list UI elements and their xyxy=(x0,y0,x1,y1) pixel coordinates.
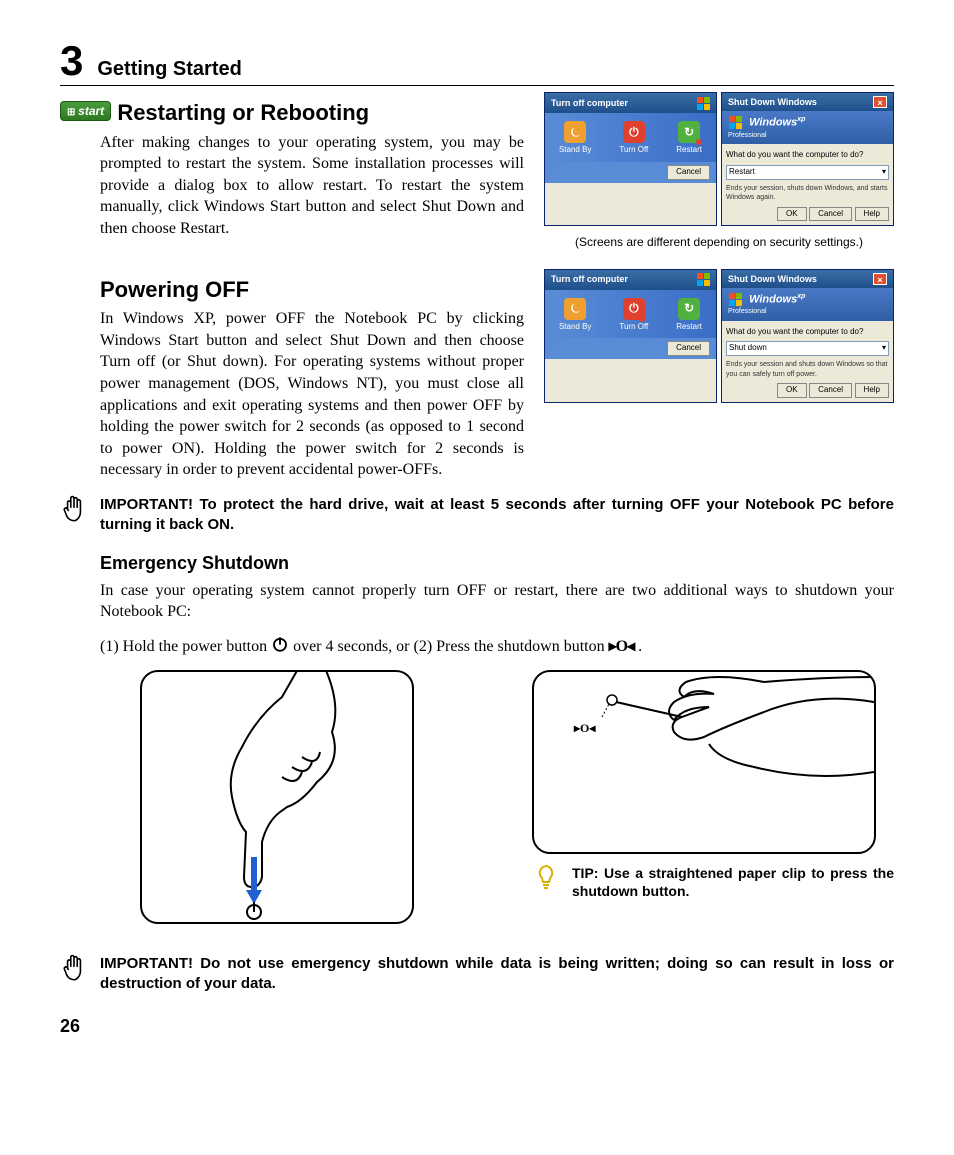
screenshots-restart: Turn off computer ⏾Stand By ⏻Turn Off ↻R… xyxy=(544,92,894,251)
power-icon xyxy=(271,635,289,660)
restart-icon: ↻ xyxy=(678,298,700,320)
chapter-title: Getting Started xyxy=(97,56,241,83)
xp-shutdown-dialog: Shut Down Windows × Windowsxp Profession… xyxy=(721,92,894,226)
dialog-title: Turn off computer xyxy=(551,97,628,109)
windows-flag-icon xyxy=(696,273,710,287)
windows-flag-icon xyxy=(728,292,742,306)
dialog-title: Shut Down Windows xyxy=(728,96,817,108)
xp-shutdown-dialog: Shut Down Windows × Windowsxp Profession… xyxy=(721,269,894,403)
svg-text:▸O◂: ▸O◂ xyxy=(573,721,596,735)
windows-flag-icon xyxy=(728,116,742,130)
turnoff-icon: ⏻ xyxy=(623,121,645,143)
section-heading-restarting: start Restarting or Rebooting xyxy=(60,98,524,128)
standby-icon: ⏾ xyxy=(564,121,586,143)
important-callout: IMPORTANT! Do not use emergency shutdown… xyxy=(60,954,894,995)
section1-body: After making changes to your operating s… xyxy=(60,132,524,240)
close-icon: × xyxy=(873,96,887,108)
hand-stop-icon xyxy=(60,495,88,530)
section-heading-powering-off: Powering OFF xyxy=(60,275,524,305)
cancel-button: Cancel xyxy=(667,165,710,180)
heading-text: Restarting or Rebooting xyxy=(117,100,369,125)
ok-button: OK xyxy=(777,207,807,222)
chevron-down-icon: ▾ xyxy=(882,343,886,354)
xp-turn-off-dialog: Turn off computer ⏾Stand By ⏻Turn Off ↻R… xyxy=(544,269,717,403)
windows-flag-icon xyxy=(696,96,710,110)
shutdown-button-icon: ▸O◂ xyxy=(609,636,635,658)
chevron-down-icon: ▾ xyxy=(882,167,886,178)
section2-body: In Windows XP, power OFF the Notebook PC… xyxy=(60,308,524,481)
important-text: IMPORTANT! To protect the hard drive, wa… xyxy=(100,495,894,536)
cursor-icon xyxy=(639,316,645,322)
important-text: IMPORTANT! Do not use emergency shutdown… xyxy=(100,954,894,995)
chapter-header: 3 Getting Started xyxy=(60,40,894,86)
chapter-number: 3 xyxy=(60,40,83,82)
start-button-icon: start xyxy=(60,101,111,122)
paperclip-illustration: ▸O◂ xyxy=(532,670,876,854)
standby-icon: ⏾ xyxy=(564,298,586,320)
hand-stop-icon xyxy=(60,954,88,989)
screenshots-poweroff: Turn off computer ⏾Stand By ⏻Turn Off ↻R… xyxy=(544,269,894,403)
section-heading-emergency: Emergency Shutdown xyxy=(60,551,894,575)
xp-turn-off-dialog: Turn off computer ⏾Stand By ⏻Turn Off ↻R… xyxy=(544,92,717,226)
page-number: 26 xyxy=(60,1014,894,1038)
lightbulb-icon xyxy=(532,864,560,894)
screenshots-caption: (Screens are different depending on secu… xyxy=(544,234,894,250)
emergency-steps: (1) Hold the power button over 4 seconds… xyxy=(60,635,894,660)
important-callout: IMPORTANT! To protect the hard drive, wa… xyxy=(60,495,894,536)
close-icon: × xyxy=(873,273,887,285)
hold-power-illustration xyxy=(140,670,414,924)
cancel-button: Cancel xyxy=(809,207,852,222)
help-button: Help xyxy=(855,207,889,222)
tip-text: TIP: Use a straightened paper clip to pr… xyxy=(572,864,894,902)
section3-body: In case your operating system cannot pro… xyxy=(60,580,894,623)
